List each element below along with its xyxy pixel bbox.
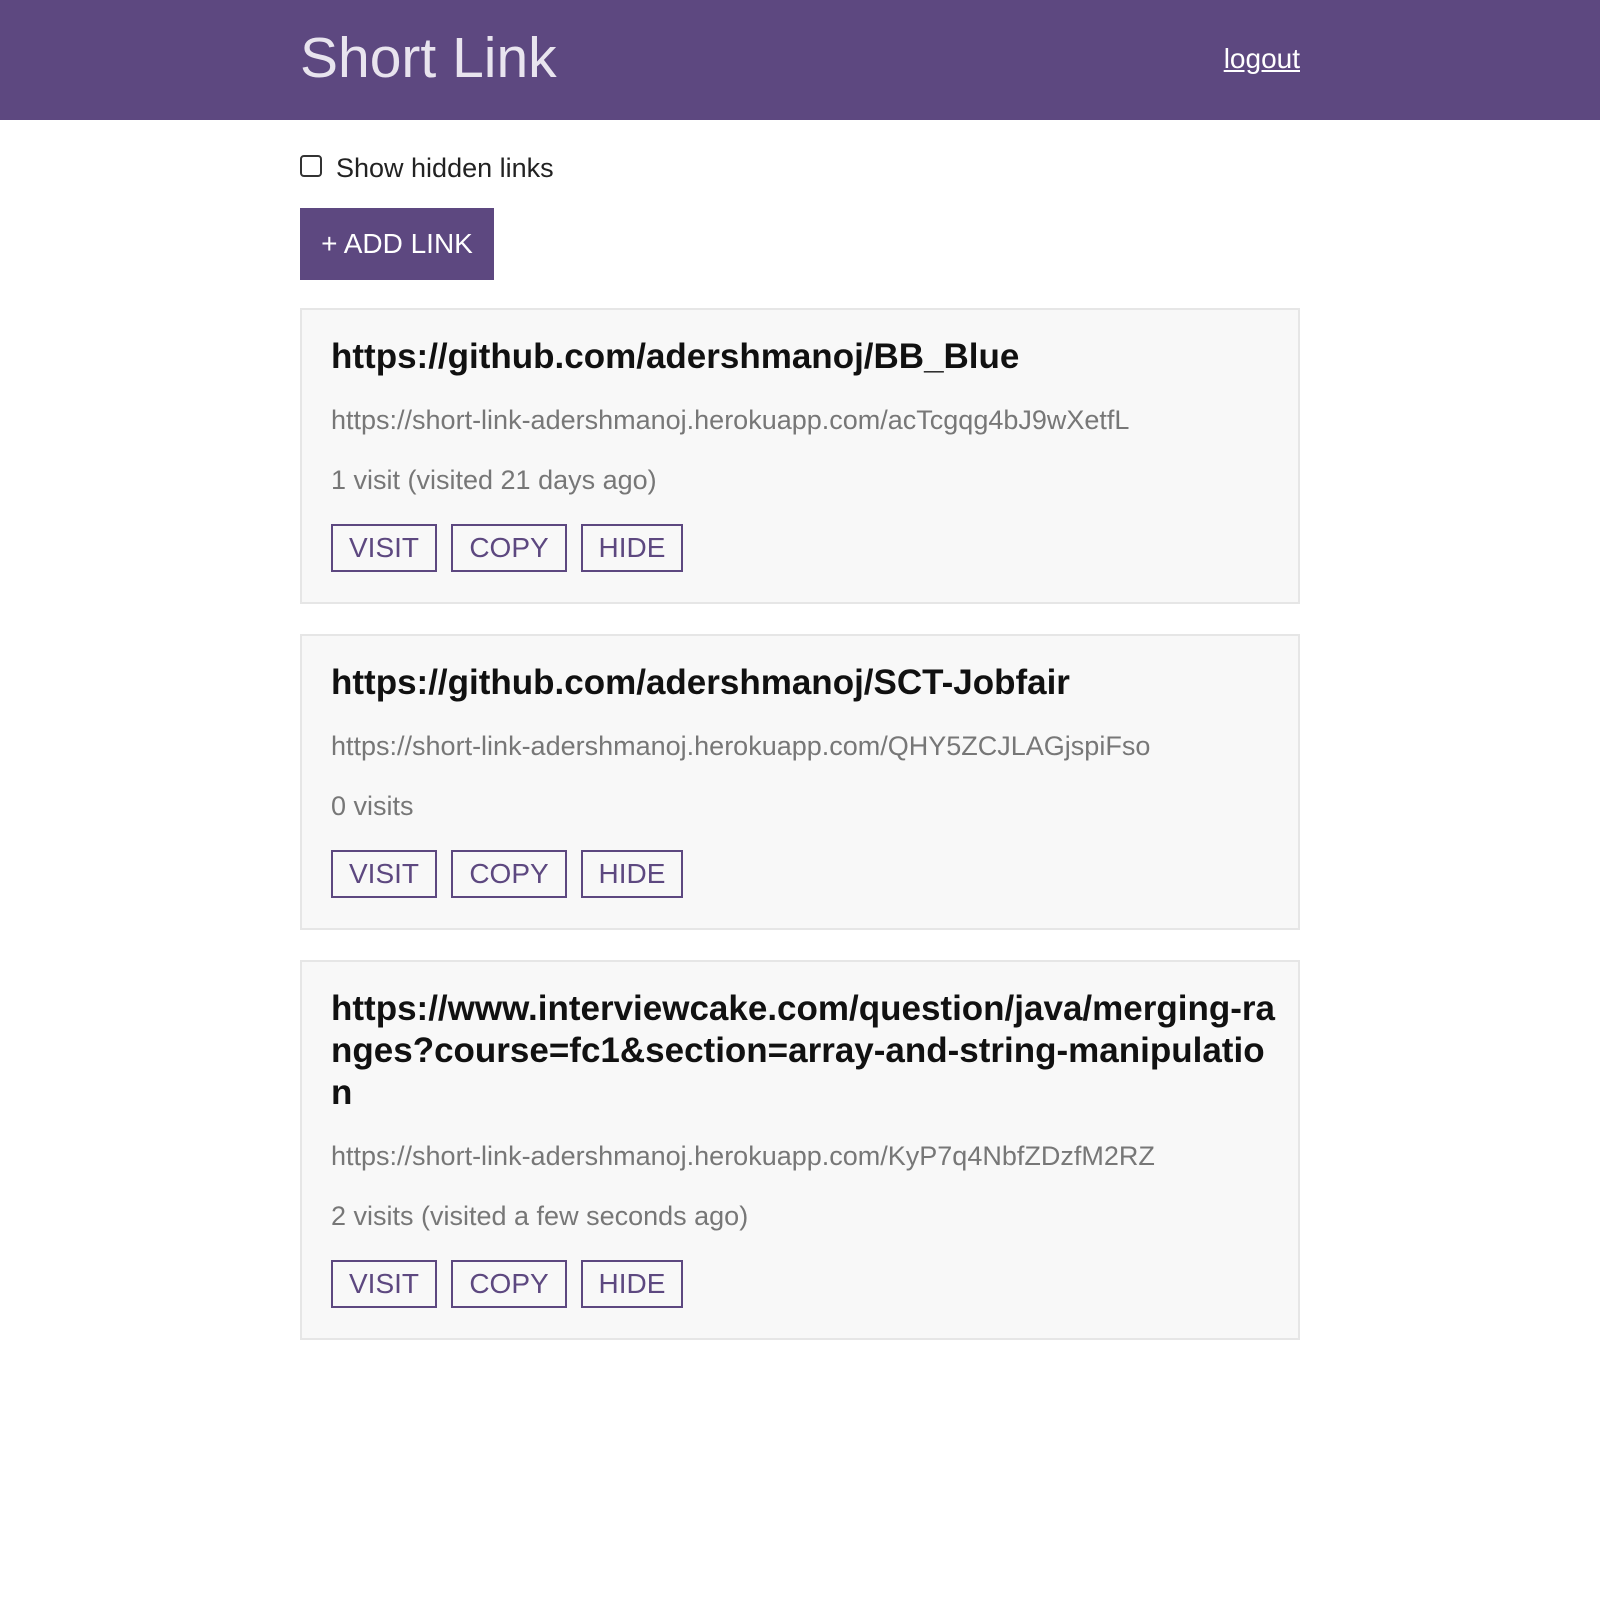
visit-button[interactable]: VISIT — [331, 850, 437, 898]
visit-button[interactable]: VISIT — [331, 524, 437, 572]
link-visit-count: 2 visits (visited a few seconds ago) — [331, 1201, 749, 1231]
link-original-url: https://github.com/adershmanoj/SCT-Jobfa… — [331, 663, 1070, 702]
copy-button[interactable]: COPY — [451, 524, 567, 572]
link-original-url: https://github.com/adershmanoj/BB_Blue — [331, 337, 1020, 376]
hide-button[interactable]: HIDE — [581, 850, 683, 898]
copy-button[interactable]: COPY — [451, 850, 567, 898]
show-hidden-toggle[interactable]: Show hidden links — [300, 148, 554, 188]
hide-button[interactable]: HIDE — [581, 524, 683, 572]
link-card: https://github.com/adershmanoj/BB_Blue h… — [300, 308, 1300, 604]
app-title: Short Link — [300, 26, 557, 90]
copy-button[interactable]: COPY — [451, 1260, 567, 1308]
header-container: Short Link logout — [300, 0, 1300, 120]
logout-link[interactable]: logout — [1224, 42, 1300, 76]
add-link-button[interactable]: + ADD LINK — [300, 208, 494, 280]
link-visit-count: 1 visit (visited 21 days ago) — [331, 465, 657, 495]
show-hidden-checkbox[interactable] — [300, 155, 322, 177]
show-hidden-label: Show hidden links — [336, 152, 554, 183]
link-card: https://github.com/adershmanoj/SCT-Jobfa… — [300, 634, 1300, 930]
link-card: https://www.interviewcake.com/question/j… — [300, 960, 1300, 1340]
visit-button[interactable]: VISIT — [331, 1260, 437, 1308]
link-short-url: https://short-link-adershmanoj.herokuapp… — [331, 1141, 1155, 1171]
hide-button[interactable]: HIDE — [581, 1260, 683, 1308]
app-header: Short Link logout — [0, 0, 1600, 120]
link-visit-count: 0 visits — [331, 791, 414, 821]
link-original-url: https://www.interviewcake.com/question/j… — [331, 989, 1275, 1112]
link-short-url: https://short-link-adershmanoj.herokuapp… — [331, 731, 1151, 761]
link-short-url: https://short-link-adershmanoj.herokuapp… — [331, 405, 1130, 435]
